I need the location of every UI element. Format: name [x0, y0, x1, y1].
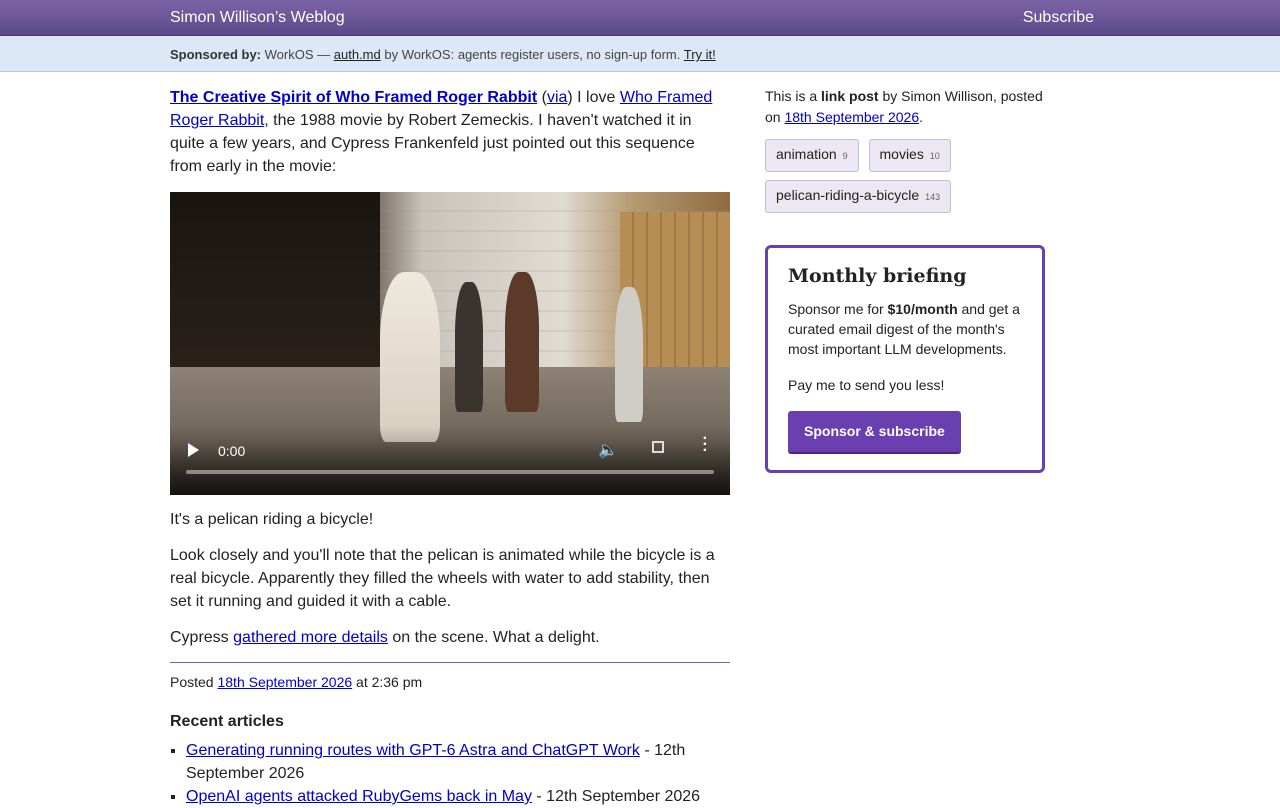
- post-intro: The Creative Spirit of Who Framed Roger …: [170, 86, 730, 178]
- video-person-figure: [455, 282, 483, 412]
- video-time: 0:00: [218, 443, 246, 459]
- meta-type: link post: [821, 88, 879, 104]
- posted-prefix: Posted: [170, 674, 214, 690]
- post-paragraph: It's a pelican riding a bicycle!: [170, 511, 374, 528]
- video-controls: 0:00 🔈 · · ·: [170, 425, 730, 495]
- play-icon[interactable]: [188, 443, 199, 457]
- post-meta: This is a link post by Simon Willison, p…: [765, 86, 1045, 128]
- tag-count: 9: [842, 151, 848, 161]
- meta-date-link[interactable]: 18th September 2026: [784, 109, 919, 125]
- video-progress-bar[interactable]: [186, 470, 714, 474]
- post-footer: Posted 18th September 2026 at 2:36 pm: [170, 662, 730, 694]
- tag-label: pelican-riding-a-bicycle: [776, 187, 920, 203]
- briefing-title: Monthly briefing: [788, 265, 967, 287]
- briefing-price: $10/month: [887, 301, 958, 317]
- volume-icon[interactable]: 🔈: [598, 439, 618, 462]
- site-header: Simon Willison’s Weblog Subscribe: [0, 0, 1280, 36]
- more-options-icon[interactable]: · · ·: [703, 431, 708, 459]
- recent-article-link[interactable]: Generating running routes with GPT-6 Ast…: [186, 742, 640, 759]
- recent-articles-list: Generating running routes with GPT-6 Ast…: [170, 739, 730, 808]
- main-content: The Creative Spirit of Who Framed Roger …: [170, 86, 730, 808]
- post-title-link[interactable]: The Creative Spirit of Who Framed Roger …: [170, 89, 537, 106]
- meta-end: .: [919, 109, 924, 125]
- meta-prefix: This is a: [765, 88, 818, 104]
- posted-date-link[interactable]: 18th September 2026: [217, 674, 352, 690]
- sponsor-subscribe-button[interactable]: Sponsor & subscribe: [788, 411, 961, 454]
- tag-movies[interactable]: movies 10: [868, 139, 951, 172]
- tag-count: 143: [925, 192, 941, 202]
- briefing-text: Sponsor me for $10/month and get a curat…: [788, 299, 1022, 359]
- fullscreen-icon[interactable]: [652, 441, 664, 453]
- briefing-tagline: Pay me to send you less!: [788, 377, 945, 393]
- tag-list: animation 9 movies 10 pelican-riding-a-b…: [765, 139, 1045, 221]
- details-link[interactable]: gathered more details: [233, 629, 388, 646]
- details-suffix: on the scene. What a delight.: [392, 629, 600, 646]
- video-person-figure: [505, 272, 539, 412]
- recent-article-link[interactable]: OpenAI agents attacked RubyGems back in …: [186, 788, 532, 805]
- sponsor-banner: Sponsored by: WorkOS — auth.md by WorkOS…: [0, 36, 1280, 72]
- sidebar: This is a link post by Simon Willison, p…: [765, 86, 1045, 473]
- briefing-text-prefix: Sponsor me for: [788, 301, 884, 317]
- sponsor-cta-link[interactable]: Try it!: [684, 47, 716, 62]
- sponsor-product-link[interactable]: auth.md: [334, 47, 381, 62]
- list-item: OpenAI agents attacked RubyGems back in …: [186, 785, 730, 808]
- post-paragraph: Look closely and you'll note that the pe…: [170, 547, 715, 610]
- pelican-figure: [380, 272, 440, 442]
- tag-label: movies: [879, 146, 924, 162]
- recent-articles-heading: Recent articles: [170, 713, 284, 730]
- recent-article-date: - 12th September 2026: [536, 788, 701, 805]
- via-close: ) I love: [567, 89, 616, 106]
- post-paragraph: Cypress gathered more details on the sce…: [170, 626, 730, 649]
- via-link[interactable]: via: [547, 89, 567, 106]
- video-player[interactable]: 0:00 🔈 · · ·: [170, 192, 730, 495]
- tag-animation[interactable]: animation 9: [765, 139, 859, 172]
- sponsor-prefix: Sponsored by:: [170, 47, 262, 62]
- tag-count: 10: [929, 151, 940, 161]
- sponsor-description: by WorkOS: agents register users, no sig…: [384, 47, 681, 62]
- site-title-link[interactable]: Simon Willison’s Weblog: [170, 9, 345, 27]
- list-item: Generating running routes with GPT-6 Ast…: [186, 739, 730, 785]
- subscribe-link[interactable]: Subscribe: [1023, 9, 1094, 27]
- video-scene-doorway: [170, 192, 380, 382]
- sponsor-banner-text: Sponsored by: WorkOS — auth.md by WorkOS…: [170, 47, 716, 62]
- details-prefix: Cypress: [170, 629, 229, 646]
- sponsor-name: WorkOS —: [264, 47, 331, 62]
- video-person-figure: [615, 287, 643, 422]
- monthly-briefing-box: Monthly briefing Sponsor me for $10/mont…: [765, 245, 1045, 473]
- posted-time: at 2:36 pm: [356, 674, 423, 690]
- tag-pelican-riding-a-bicycle[interactable]: pelican-riding-a-bicycle 143: [765, 180, 952, 213]
- tag-label: animation: [776, 146, 837, 162]
